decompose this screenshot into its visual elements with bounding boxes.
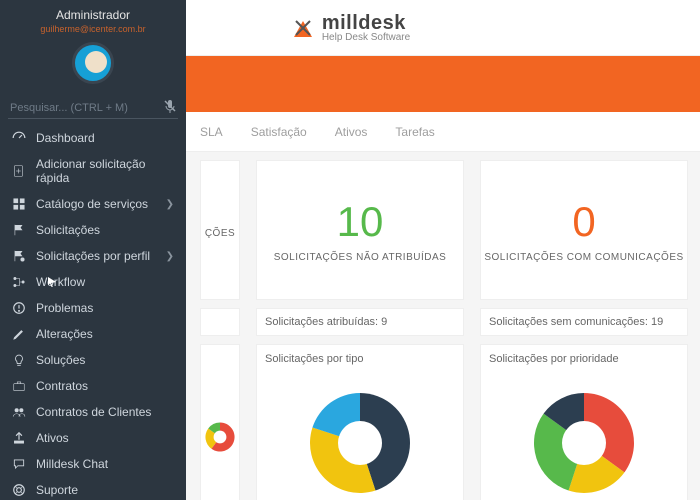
chart-title xyxy=(201,345,239,361)
stat-subline: Solicitações sem comunicações: 19 xyxy=(480,308,688,336)
tab-satisfacao[interactable]: Satisfação xyxy=(251,125,307,139)
stat-label: SOLICITAÇÕES NÃO ATRIBUÍDAS xyxy=(274,252,447,263)
sidebar-item-label: Ativos xyxy=(36,431,69,445)
bulb-icon xyxy=(12,353,26,367)
search-input[interactable] xyxy=(8,98,178,119)
briefcase-icon xyxy=(12,379,26,393)
sidebar-item-people[interactable]: Contratos de Clientes xyxy=(0,399,186,425)
sidebar-item-chat[interactable]: Milldesk Chat xyxy=(0,451,186,477)
sidebar-item-label: Solicitações por perfil xyxy=(36,249,150,263)
sidebar-item-bulb[interactable]: Soluções xyxy=(0,347,186,373)
sidebar-item-alert[interactable]: Problemas xyxy=(0,295,186,321)
pie-chart-icon xyxy=(481,373,687,500)
stat-card: 10 SOLICITAÇÕES NÃO ATRIBUÍDAS xyxy=(256,160,464,300)
sidebar-item-label: Catálogo de serviços xyxy=(36,197,148,211)
tab-sla[interactable]: SLA xyxy=(200,125,223,139)
flag-user-icon xyxy=(12,249,26,263)
sidebar-item-flag[interactable]: Solicitações xyxy=(0,217,186,243)
sidebar-item-life-ring[interactable]: Suporte xyxy=(0,477,186,500)
avatar[interactable] xyxy=(72,42,114,84)
stat-subline: Solicitações atribuídas: 9 xyxy=(256,308,464,336)
sidebar-item-label: Milldesk Chat xyxy=(36,457,108,471)
people-icon xyxy=(12,405,26,419)
user-email: guilherme@icenter.com.br xyxy=(4,24,182,34)
grid-icon xyxy=(12,197,26,211)
sidebar-item-flow[interactable]: Workflow xyxy=(0,269,186,295)
sidebar-item-label: Dashboard xyxy=(36,131,95,145)
sidebar-item-label: Contratos de Clientes xyxy=(36,405,151,419)
sidebar-item-gauge[interactable]: Dashboard xyxy=(0,125,186,151)
gauge-icon xyxy=(12,131,26,145)
sidebar-item-label: Solicitações xyxy=(36,223,100,237)
alert-icon xyxy=(12,301,26,315)
user-role: Administrador xyxy=(4,8,182,22)
sidebar-item-upload[interactable]: Ativos xyxy=(0,425,186,451)
plus-note-icon xyxy=(12,164,26,178)
stat-label: ÇÕES xyxy=(205,228,235,239)
flow-icon xyxy=(12,275,26,289)
tab-tarefas[interactable]: Tarefas xyxy=(395,125,434,139)
microphone-icon[interactable] xyxy=(162,98,178,114)
stat-value: 10 xyxy=(337,198,384,246)
sidebar-item-label: Suporte xyxy=(36,483,78,497)
sidebar: Administrador guilherme@icenter.com.br D… xyxy=(0,0,186,500)
tab-ativos[interactable]: Ativos xyxy=(335,125,368,139)
chart-card: Solicitações por tipo xyxy=(256,344,464,500)
chevron-right-icon: ❯ xyxy=(166,199,174,210)
pie-chart-icon xyxy=(201,361,239,500)
sidebar-item-label: Problemas xyxy=(36,301,93,315)
stat-subline xyxy=(200,308,240,336)
pencil-icon xyxy=(12,327,26,341)
sidebar-item-label: Soluções xyxy=(36,353,85,367)
stat-label: SOLICITAÇÕES COM COMUNICAÇÕES xyxy=(484,252,683,263)
flag-icon xyxy=(12,223,26,237)
sidebar-item-plus-note[interactable]: Adicionar solicitação rápida xyxy=(0,151,186,191)
brand-subtitle: Help Desk Software xyxy=(322,33,410,43)
brand-logo-icon xyxy=(290,15,316,41)
sidebar-item-label: Contratos xyxy=(36,379,88,393)
chevron-right-icon: ❯ xyxy=(166,251,174,262)
chat-icon xyxy=(12,457,26,471)
life-ring-icon xyxy=(12,483,26,497)
pie-chart-icon xyxy=(257,373,463,500)
sidebar-item-briefcase[interactable]: Contratos xyxy=(0,373,186,399)
sidebar-item-label: Workflow xyxy=(36,275,85,289)
stat-card: ÇÕES xyxy=(200,160,240,300)
sidebar-item-pencil[interactable]: Alterações xyxy=(0,321,186,347)
sidebar-item-grid[interactable]: Catálogo de serviços ❯ xyxy=(0,191,186,217)
sidebar-item-label: Adicionar solicitação rápida xyxy=(36,157,174,185)
brand-title: milldesk xyxy=(322,13,410,33)
sidebar-item-label: Alterações xyxy=(36,327,93,341)
chart-card: Solicitações por prioridade xyxy=(480,344,688,500)
chart-title: Solicitações por prioridade xyxy=(481,345,687,373)
sidebar-item-flag-user[interactable]: Solicitações por perfil ❯ xyxy=(0,243,186,269)
stat-card: 0 SOLICITAÇÕES COM COMUNICAÇÕES xyxy=(480,160,688,300)
brand: milldesk Help Desk Software xyxy=(290,13,410,43)
sidebar-header: Administrador guilherme@icenter.com.br xyxy=(0,0,186,94)
search-wrap xyxy=(8,98,178,119)
upload-icon xyxy=(12,431,26,445)
chart-title: Solicitações por tipo xyxy=(257,345,463,373)
stat-value: 0 xyxy=(572,198,595,246)
sidebar-nav: Dashboard Adicionar solicitação rápida Cat… xyxy=(0,125,186,500)
chart-card xyxy=(200,344,240,500)
